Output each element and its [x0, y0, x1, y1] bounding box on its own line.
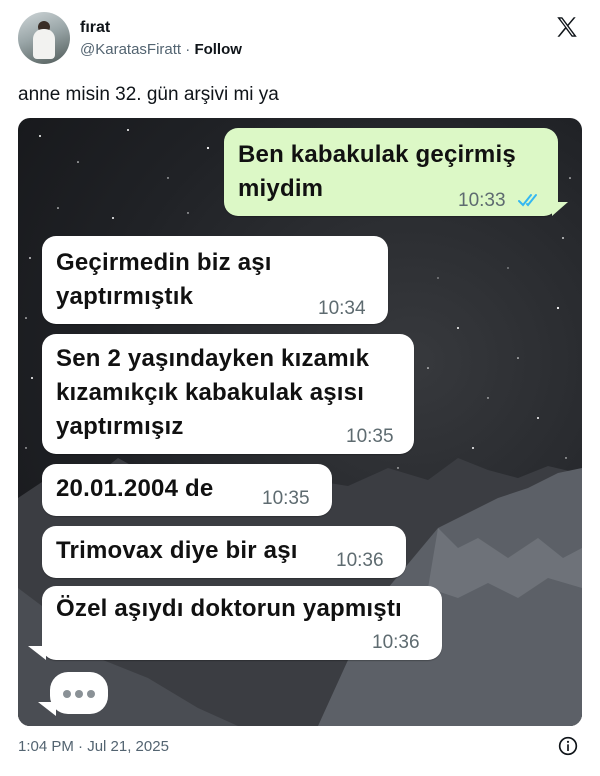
follow-button[interactable]: Follow — [194, 41, 242, 58]
message-bubble-received[interactable]: Sen 2 yaşındayken kızamık kızamıkçık kab… — [42, 334, 414, 454]
x-logo-icon[interactable] — [554, 14, 580, 40]
message-bubble-received[interactable]: Özel aşıydı doktorun yapmıştı 10:36 — [42, 586, 442, 660]
author-name[interactable]: fırat — [80, 19, 110, 37]
message-time: 10:36 — [336, 550, 384, 571]
info-icon[interactable] — [558, 736, 578, 756]
tweet-header: fırat @KaratasFiratt · Follow — [18, 12, 584, 66]
message-bubble-received[interactable]: Trimovax diye bir aşı 10:36 — [42, 526, 406, 578]
message-time: 10:36 — [372, 632, 420, 653]
message-text: Sen 2 yaşındayken kızamık kızamıkçık kab… — [56, 342, 369, 444]
avatar[interactable] — [18, 12, 70, 64]
message-time: 10:35 — [262, 488, 310, 509]
message-line: Geçirmedin biz aşı — [56, 249, 272, 276]
message-text: Özel aşıydı doktorun yapmıştı — [56, 595, 402, 622]
message-time: 10:34 — [318, 298, 366, 319]
tweet-timestamp[interactable]: 1:04 PM · Jul 21, 2025 — [18, 738, 169, 755]
typing-dots-icon — [50, 672, 108, 714]
message-text: 20.01.2004 de — [56, 475, 214, 502]
message-line: yaptırmışız — [56, 413, 184, 440]
avatar-figure — [33, 29, 55, 59]
separator: · — [185, 41, 191, 58]
typing-dot — [87, 690, 95, 698]
message-bubble-sent[interactable]: Ben kabakulak geçirmiş miydim 10:33 — [224, 128, 558, 216]
message-line: kızamıkçık kabakulak aşısı — [56, 379, 365, 406]
message-time: 10:33 — [458, 190, 506, 211]
bubble-tail — [552, 202, 568, 216]
message-text: Trimovax diye bir aşı — [56, 537, 298, 564]
bubble-tail — [28, 646, 46, 660]
message-bubble-received[interactable]: Geçirmedin biz aşı yaptırmıştık 10:34 — [42, 236, 388, 324]
author-handle[interactable]: @KaratasFiratt — [80, 41, 181, 58]
message-time: 10:35 — [346, 426, 394, 447]
author-handle-line: @KaratasFiratt · Follow — [80, 41, 242, 58]
message-bubble-received[interactable]: 20.01.2004 de 10:35 — [42, 464, 332, 516]
bubble-tail — [38, 702, 56, 716]
message-line: Sen 2 yaşındayken kızamık — [56, 345, 370, 372]
chat-screenshot[interactable]: Ben kabakulak geçirmiş miydim 10:33 Geçi… — [18, 118, 582, 726]
typing-dot — [75, 690, 83, 698]
message-text: Geçirmedin biz aşı yaptırmıştık — [56, 246, 272, 314]
double-check-read-icon — [518, 194, 537, 207]
message-line: Ben kabakulak geçirmiş — [238, 141, 516, 168]
message-line: yaptırmıştık — [56, 283, 194, 310]
tweet-text: anne misin 32. gün arşivi mi ya — [18, 84, 279, 105]
typing-dot — [63, 690, 71, 698]
